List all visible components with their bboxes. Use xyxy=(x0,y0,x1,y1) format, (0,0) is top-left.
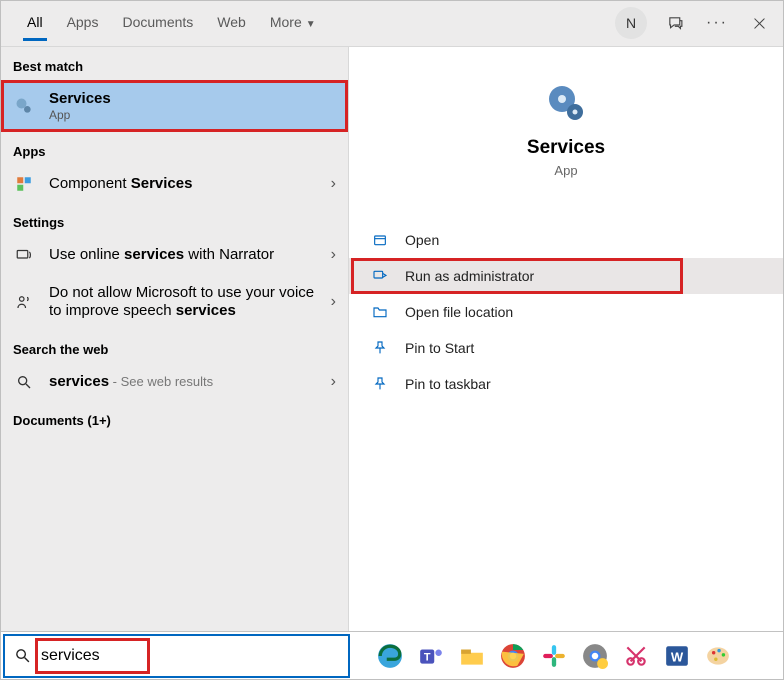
result-web-services[interactable]: services - See web results › xyxy=(1,363,348,401)
user-avatar[interactable]: N xyxy=(615,7,647,39)
chevron-right-icon: › xyxy=(331,246,336,264)
chevron-right-icon: › xyxy=(331,293,336,311)
search-icon xyxy=(5,647,39,664)
pin-icon xyxy=(371,340,389,356)
filter-tabs-bar: All Apps Documents Web More▼ N ··· xyxy=(1,1,783,47)
search-input[interactable] xyxy=(39,636,348,676)
action-open[interactable]: Open xyxy=(349,222,783,258)
tab-documents[interactable]: Documents xyxy=(110,1,205,40)
action-label: Pin to Start xyxy=(405,340,474,356)
tab-all[interactable]: All xyxy=(15,1,55,40)
action-label: Run as administrator xyxy=(405,268,534,284)
taskbar-app-teams[interactable]: T xyxy=(415,640,447,672)
result-title: Do not allow Microsoft to use your voice… xyxy=(49,284,314,319)
open-icon xyxy=(371,232,389,248)
taskbar-app-explorer[interactable] xyxy=(456,640,488,672)
taskbar-app-snip[interactable] xyxy=(620,640,652,672)
chevron-right-icon: › xyxy=(331,175,336,193)
result-title: Services xyxy=(49,90,336,107)
taskbar-apps: T W xyxy=(352,640,783,672)
action-run-as-admin[interactable]: Run as administrator xyxy=(349,258,783,294)
result-sub: App xyxy=(49,108,336,122)
section-search-web: Search the web xyxy=(1,330,348,363)
speech-icon xyxy=(13,293,35,311)
more-options-icon[interactable]: ··· xyxy=(703,9,731,37)
pin-icon xyxy=(371,376,389,392)
taskbar-app-edge[interactable] xyxy=(374,640,406,672)
section-best-match: Best match xyxy=(1,47,348,80)
taskbar-app-chrome-beta[interactable] xyxy=(579,640,611,672)
gear-icon xyxy=(13,96,35,116)
action-open-file-location[interactable]: Open file location xyxy=(349,294,783,330)
section-documents: Documents (1+) xyxy=(1,401,348,434)
result-title: Component Services xyxy=(49,175,192,192)
result-narrator-services[interactable]: Use online services with Narrator › xyxy=(1,236,348,274)
results-panel: Best match Services App Apps Component S… xyxy=(1,47,348,631)
search-icon xyxy=(13,374,35,390)
preview-title: Services xyxy=(349,137,783,159)
section-apps: Apps xyxy=(1,132,348,165)
search-box[interactable] xyxy=(3,634,350,678)
result-component-services[interactable]: Component Services › xyxy=(1,165,348,203)
start-search-window: All Apps Documents Web More▼ N ··· Best … xyxy=(0,0,784,680)
component-icon xyxy=(13,175,35,193)
svg-text:W: W xyxy=(671,649,684,664)
shield-icon xyxy=(371,268,389,284)
feedback-icon[interactable] xyxy=(661,9,689,37)
tab-more[interactable]: More▼ xyxy=(258,1,328,40)
action-label: Open xyxy=(405,232,439,248)
services-gear-icon xyxy=(542,79,590,127)
preview-sub: App xyxy=(349,163,783,178)
taskbar-app-chrome[interactable] xyxy=(497,640,529,672)
result-services-app[interactable]: Services App xyxy=(1,80,348,132)
taskbar-app-word[interactable]: W xyxy=(661,640,693,672)
taskbar: T W xyxy=(1,631,783,679)
section-settings: Settings xyxy=(1,203,348,236)
action-label: Open file location xyxy=(405,304,513,320)
svg-text:T: T xyxy=(424,651,431,663)
result-speech-services[interactable]: Do not allow Microsoft to use your voice… xyxy=(1,274,348,330)
chevron-right-icon: › xyxy=(331,373,336,391)
tab-apps[interactable]: Apps xyxy=(55,1,111,40)
taskbar-app-slack[interactable] xyxy=(538,640,570,672)
tab-web[interactable]: Web xyxy=(205,1,258,40)
result-title: Use online services with Narrator xyxy=(49,246,274,263)
action-pin-to-start[interactable]: Pin to Start xyxy=(349,330,783,366)
action-label: Pin to taskbar xyxy=(405,376,491,392)
folder-icon xyxy=(371,304,389,320)
close-icon[interactable] xyxy=(745,9,773,37)
result-title: services - See web results xyxy=(49,373,213,390)
taskbar-app-paint[interactable] xyxy=(702,640,734,672)
action-pin-to-taskbar[interactable]: Pin to taskbar xyxy=(349,366,783,402)
preview-panel: Services App Open Run as administrator O… xyxy=(348,47,783,631)
narrator-icon xyxy=(13,246,35,264)
